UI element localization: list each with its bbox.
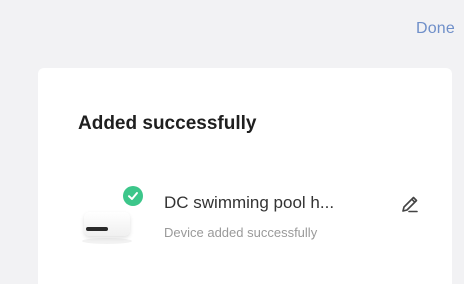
- device-image-body: [84, 212, 130, 236]
- device-list-item[interactable]: DC swimming pool h... Device added succe…: [76, 178, 418, 258]
- check-icon: [123, 186, 143, 206]
- done-button[interactable]: Done: [416, 20, 455, 38]
- device-image-stripe: [86, 227, 108, 231]
- device-name: DC swimming pool h...: [164, 193, 335, 212]
- device-image: [76, 186, 143, 250]
- card-title: Added successfully: [78, 113, 257, 134]
- device-image-shadow: [82, 238, 132, 244]
- pencil-icon[interactable]: [398, 192, 422, 216]
- result-card: Added successfully DC swimming pool h...…: [38, 68, 452, 284]
- device-status: Device added successfully: [164, 225, 318, 240]
